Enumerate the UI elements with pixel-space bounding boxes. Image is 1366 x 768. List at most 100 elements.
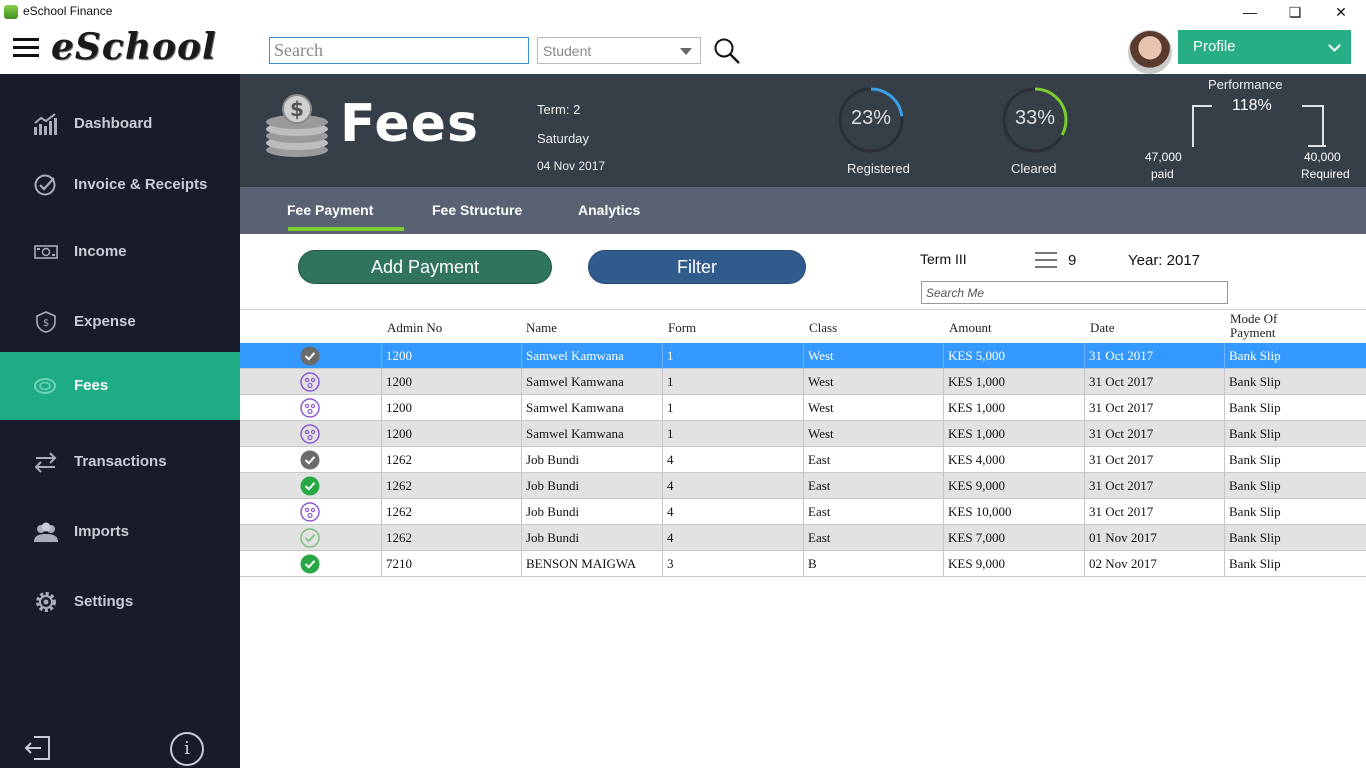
- table-row[interactable]: 1200 Samwel Kamwana 1 West KES 1,000 31 Oct 2…: [240, 369, 1366, 395]
- table-row[interactable]: 1262 Job Bundi 4 East KES 4,000 31 Oct 2017 Ba…: [240, 447, 1366, 473]
- cell-admin-no: 1262: [381, 473, 521, 499]
- cell-date: 31 Oct 2017: [1084, 499, 1224, 525]
- info-icon[interactable]: i: [170, 732, 204, 766]
- cell-amount: KES 9,000: [943, 551, 1084, 577]
- table-row[interactable]: 1262 Job Bundi 4 East KES 10,000 31 Oct 2017 B…: [240, 499, 1366, 525]
- table-row[interactable]: 1262 Job Bundi 4 East KES 7,000 01 Nov 2017 Ba…: [240, 525, 1366, 551]
- sidebar-item-label: Settings: [74, 593, 134, 610]
- search-type-value: Student: [543, 43, 592, 59]
- cell-name: Job Bundi: [521, 499, 662, 525]
- pending-status-icon[interactable]: [300, 424, 320, 444]
- title-bar: eSchool Finance — ❏ ✕: [0, 0, 1366, 24]
- cell-class: East: [803, 447, 943, 473]
- column-header-class[interactable]: Class: [809, 320, 837, 336]
- sidebar-item-settings[interactable]: Settings: [0, 568, 240, 636]
- term-selector[interactable]: Term III: [920, 251, 967, 267]
- sidebar-item-label: Expense: [74, 313, 136, 330]
- cell-status: [240, 343, 381, 369]
- sidebar-item-transactions[interactable]: Transactions: [0, 428, 240, 496]
- required-label: Required: [1301, 167, 1350, 181]
- page-title: Fees: [340, 94, 479, 154]
- hamburger-menu-icon[interactable]: [13, 38, 39, 58]
- check-circle-gray-icon[interactable]: [300, 346, 320, 366]
- add-payment-button[interactable]: Add Payment: [298, 250, 552, 284]
- svg-text:$: $: [43, 318, 49, 329]
- table-body: 1200 Samwel Kamwana 1 West KES 5,000 31 Oct 2…: [240, 343, 1366, 577]
- registered-ring: 23%: [837, 86, 905, 154]
- tab-fee-payment[interactable]: Fee Payment: [287, 202, 373, 218]
- check-circle-green-icon[interactable]: [300, 554, 320, 574]
- avatar[interactable]: [1128, 30, 1172, 74]
- sidebar-item-expense[interactable]: $ Expense: [0, 288, 240, 356]
- registered-percent: 23%: [850, 107, 892, 129]
- cell-form: 1: [662, 395, 803, 421]
- sidebar-item-label: Invoice & Receipts: [74, 176, 208, 193]
- cell-amount: KES 7,000: [943, 525, 1084, 551]
- tab-bar: Fee Payment Fee Structure Analytics: [240, 187, 1366, 234]
- close-button[interactable]: ✕: [1330, 2, 1352, 22]
- required-amount: 40,000: [1304, 150, 1341, 164]
- cell-status: [240, 369, 381, 395]
- search-type-select[interactable]: Student: [537, 37, 701, 64]
- column-header-date[interactable]: Date: [1090, 320, 1115, 336]
- table-row[interactable]: 1200 Samwel Kamwana 1 West KES 1,000 31 Oct 2…: [240, 395, 1366, 421]
- table-header: Admin No Name Form Class Amount Date Mod…: [240, 312, 1366, 343]
- tab-analytics[interactable]: Analytics: [578, 202, 640, 218]
- cell-status: [240, 499, 381, 525]
- table-row[interactable]: 7210 BENSON MAIGWA 3 B KES 9,000 02 Nov 2017 B…: [240, 551, 1366, 577]
- filter-button[interactable]: Filter: [588, 250, 806, 284]
- cell-class: East: [803, 525, 943, 551]
- table-row[interactable]: 1200 Samwel Kamwana 1 West KES 1,000 31 Oct 2…: [240, 421, 1366, 447]
- performance-title: Performance: [1208, 77, 1283, 92]
- column-header-name[interactable]: Name: [526, 320, 557, 336]
- pending-status-icon[interactable]: [300, 398, 320, 418]
- year-label[interactable]: Year: 2017: [1128, 252, 1200, 269]
- app-header: eSchool Student Profile: [0, 24, 1366, 74]
- restore-button[interactable]: ❏: [1284, 2, 1306, 22]
- sidebar-item-invoice-receipts[interactable]: Invoice & Receipts: [0, 151, 240, 219]
- check-circle-gray-icon[interactable]: [300, 450, 320, 470]
- cell-date: 31 Oct 2017: [1084, 473, 1224, 499]
- cleared-label: Cleared: [1011, 161, 1057, 176]
- column-header-amount[interactable]: Amount: [949, 320, 992, 336]
- cell-date: 31 Oct 2017: [1084, 447, 1224, 473]
- search-icon[interactable]: [713, 37, 741, 65]
- list-menu-icon[interactable]: [1035, 251, 1057, 269]
- cell-amount: KES 9,000: [943, 473, 1084, 499]
- cell-form: 1: [662, 369, 803, 395]
- sidebar-item-fees[interactable]: Fees: [0, 352, 240, 420]
- pending-status-icon[interactable]: [300, 372, 320, 392]
- check-circle-icon: [34, 174, 56, 196]
- active-tab-indicator: [288, 227, 404, 231]
- minimize-button[interactable]: —: [1239, 2, 1261, 22]
- sidebar-item-imports[interactable]: Imports: [0, 498, 240, 566]
- table-row[interactable]: 1262 Job Bundi 4 East KES 9,000 31 Oct 2017 Ba…: [240, 473, 1366, 499]
- table-row[interactable]: 1200 Samwel Kamwana 1 West KES 5,000 31 Oct 2…: [240, 343, 1366, 369]
- check-circle-green-icon[interactable]: [300, 476, 320, 496]
- logout-icon[interactable]: [24, 734, 52, 762]
- cell-class: B: [803, 551, 943, 577]
- gear-icon: [36, 592, 56, 612]
- check-circle-outline-icon[interactable]: [300, 528, 320, 548]
- profile-button[interactable]: Profile: [1178, 30, 1351, 64]
- performance-right-bracket: [1302, 105, 1324, 147]
- cell-amount: KES 4,000: [943, 447, 1084, 473]
- cell-form: 1: [662, 343, 803, 369]
- column-header-mode-of-payment[interactable]: Mode Of Payment: [1230, 312, 1300, 340]
- sidebar-item-income[interactable]: Income: [0, 218, 240, 286]
- cell-class: West: [803, 421, 943, 447]
- column-header-admin-no[interactable]: Admin No: [387, 320, 442, 336]
- tab-fee-structure[interactable]: Fee Structure: [432, 202, 522, 218]
- chevron-down-icon: [1328, 39, 1341, 52]
- column-header-form[interactable]: Form: [668, 320, 696, 336]
- table-search-input[interactable]: [921, 281, 1228, 304]
- cell-mode-of-payment: Bank Slip: [1224, 395, 1366, 421]
- cell-mode-of-payment: Bank Slip: [1224, 421, 1366, 447]
- chart-icon: [34, 113, 57, 135]
- pending-status-icon[interactable]: [300, 502, 320, 522]
- sidebar-item-dashboard[interactable]: Dashboard: [0, 90, 240, 158]
- search-input[interactable]: [269, 37, 529, 64]
- cell-name: Job Bundi: [521, 473, 662, 499]
- cell-name: Job Bundi: [521, 525, 662, 551]
- sidebar-item-label: Fees: [74, 377, 109, 394]
